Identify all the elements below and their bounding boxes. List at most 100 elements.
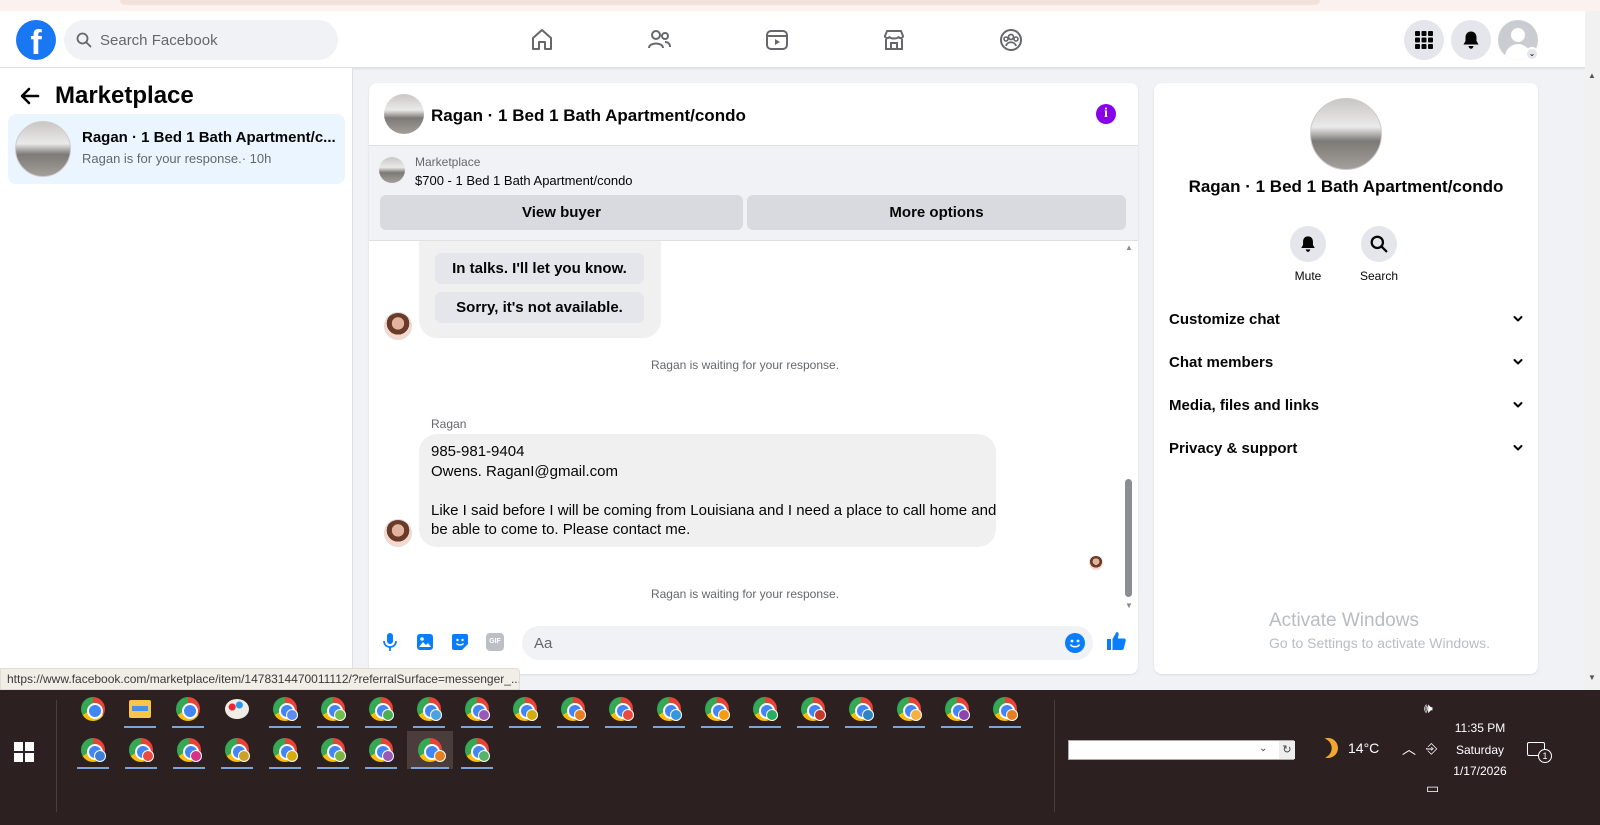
taskbar-app-chrome-profile[interactable] [505, 690, 545, 728]
home-icon[interactable] [527, 25, 557, 55]
scroll-up-arrow-icon[interactable]: ▲ [1124, 243, 1134, 252]
menu-grid-button[interactable] [1404, 20, 1444, 60]
notifications-button[interactable] [1451, 20, 1491, 60]
taskbar-app-chrome-profile[interactable] [793, 690, 833, 728]
quick-reply-button[interactable]: In talks. I'll let you know. [435, 253, 644, 284]
sender-name: Ragan [431, 417, 467, 431]
taskbar-app-chrome-profile[interactable] [121, 731, 161, 769]
taskbar-app-chrome-profile[interactable] [937, 690, 977, 728]
friends-icon[interactable] [644, 25, 674, 55]
video-icon[interactable] [762, 25, 792, 55]
conversation-list-item[interactable]: Ragan · 1 Bed 1 Bath Apartment/c... Raga… [8, 114, 345, 184]
thumbs-up-icon[interactable] [1104, 629, 1128, 653]
taskbar-app-chrome-profile[interactable] [217, 731, 257, 769]
chat-panel: Ragan · 1 Bed 1 Bath Apartment/condo i M… [369, 83, 1138, 674]
scroll-down-arrow-icon[interactable]: ▼ [1124, 601, 1134, 610]
sticker-icon[interactable] [449, 631, 471, 653]
taskbar-app-chrome-profile[interactable] [313, 731, 353, 769]
taskbar-app-chrome-profile[interactable] [409, 690, 449, 728]
section-media-files-links[interactable]: Media, files and links [1169, 390, 1524, 420]
taskbar-app-chrome[interactable] [168, 690, 208, 728]
emoji-icon[interactable] [1065, 633, 1085, 653]
taskbar-app-chrome-profile-active[interactable] [407, 731, 453, 769]
message-thread[interactable]: In talks. I'll let you know. Sorry, it's… [369, 241, 1138, 613]
scroll-down-arrow-icon[interactable]: ▼ [1588, 673, 1596, 682]
groups-icon[interactable] [996, 25, 1026, 55]
taskbar-app-chrome-profile[interactable] [553, 690, 593, 728]
facebook-logo[interactable]: f [16, 20, 56, 60]
facebook-header: f ⌄ [0, 11, 1585, 68]
watermark-line2: Go to Settings to activate Windows. [1269, 635, 1490, 651]
search-input[interactable] [100, 31, 320, 49]
taskbar-app-chrome-profile[interactable] [169, 731, 209, 769]
taskbar-app-chrome-profile[interactable] [265, 690, 305, 728]
taskbar-app-chrome-profile[interactable] [457, 690, 497, 728]
microphone-icon[interactable] [379, 631, 401, 653]
system-clock[interactable]: 11:35 PM Saturday 1/17/2026 [1450, 718, 1510, 783]
message-line: be able to come to. Please contact me. [431, 521, 691, 539]
taskbar-app-chrome-profile[interactable] [361, 690, 401, 728]
taskbar-app-chrome-profile[interactable] [841, 690, 881, 728]
tray-chevron-up-icon[interactable]: ︿ [1402, 739, 1416, 759]
sender-avatar[interactable] [384, 312, 412, 340]
quick-reply-button[interactable]: Sorry, it's not available. [435, 292, 644, 323]
moon-icon [1315, 735, 1341, 761]
taskbar-app-chrome-profile[interactable] [649, 690, 689, 728]
mute-action[interactable]: Mute [1278, 226, 1338, 283]
taskbar-app-paint[interactable] [217, 690, 257, 728]
taskbar-address-dropdown[interactable]: ⌄ ↻ [1068, 740, 1295, 760]
taskbar-app-chrome-profile[interactable] [457, 731, 497, 769]
taskbar-app-chrome-profile[interactable] [73, 731, 113, 769]
message-input[interactable] [534, 634, 1034, 652]
section-chat-members[interactable]: Chat members [1169, 347, 1524, 377]
taskbar-app-chrome[interactable] [73, 690, 113, 728]
search-action[interactable]: Search [1349, 226, 1409, 283]
chevron-down-icon[interactable]: ⌄ [1525, 47, 1539, 61]
chevron-down-icon[interactable]: ⌄ [1259, 743, 1267, 754]
info-icon[interactable]: i [1096, 104, 1116, 124]
section-customize-chat[interactable]: Customize chat [1169, 304, 1524, 334]
taskbar-app-chrome-profile[interactable] [265, 731, 305, 769]
message-composer: GIF [369, 613, 1138, 674]
weather-widget[interactable]: 14°C [1318, 738, 1379, 758]
search-label: Search [1359, 269, 1399, 283]
chat-title[interactable]: Ragan · 1 Bed 1 Bath Apartment/condo [431, 106, 746, 126]
taskbar-app-chrome-profile[interactable] [745, 690, 785, 728]
gif-icon[interactable]: GIF [484, 631, 506, 653]
message-input-box[interactable] [522, 626, 1093, 660]
thread-scrollbar[interactable]: ▲ ▼ [1124, 243, 1134, 610]
taskbar-app-chrome-profile[interactable] [601, 690, 641, 728]
sender-avatar[interactable] [384, 519, 412, 547]
listing-large-thumbnail[interactable] [1310, 98, 1382, 170]
section-label: Media, files and links [1169, 396, 1320, 414]
taskbar-app-chrome-profile[interactable] [889, 690, 929, 728]
chevron-down-icon [1513, 316, 1523, 322]
message-bubble[interactable]: 985-981-9404 Owens. RaganI@gmail.com Lik… [419, 434, 996, 547]
sidebar-header: Marketplace [18, 82, 194, 110]
taskbar-app-chrome-profile[interactable] [313, 690, 353, 728]
display-icon[interactable]: ▭ [1426, 780, 1439, 797]
search-box[interactable] [64, 20, 338, 60]
back-arrow-icon[interactable] [18, 82, 46, 110]
listing-title[interactable]: $700 - 1 Bed 1 Bath Apartment/condo [415, 173, 633, 188]
view-buyer-button[interactable]: View buyer [380, 195, 743, 230]
page-scrollbar[interactable]: ▲ ▼ [1585, 11, 1600, 690]
network-icon[interactable]: ⎆ [1426, 740, 1437, 757]
scrollbar-thumb[interactable] [1125, 479, 1132, 597]
section-privacy-support[interactable]: Privacy & support [1169, 433, 1524, 463]
volume-icon[interactable]: 🕪 [1424, 700, 1433, 717]
taskbar-app-chrome-profile[interactable] [697, 690, 737, 728]
taskbar-app-file-explorer[interactable] [120, 690, 160, 728]
windows-start-icon[interactable] [14, 742, 34, 762]
marketplace-icon[interactable] [879, 25, 909, 55]
message-line: 985-981-9404 [431, 443, 525, 460]
more-options-button[interactable]: More options [747, 195, 1126, 230]
taskbar-app-chrome-profile[interactable] [361, 731, 401, 769]
taskbar-app-chrome-profile[interactable] [985, 690, 1025, 728]
clock-date: 1/17/2026 [1453, 764, 1507, 778]
photo-icon[interactable] [414, 631, 436, 653]
scroll-up-arrow-icon[interactable]: ▲ [1588, 71, 1596, 80]
refresh-icon[interactable]: ↻ [1279, 741, 1295, 759]
search-icon [76, 32, 92, 48]
chat-thumbnail[interactable] [384, 94, 424, 134]
